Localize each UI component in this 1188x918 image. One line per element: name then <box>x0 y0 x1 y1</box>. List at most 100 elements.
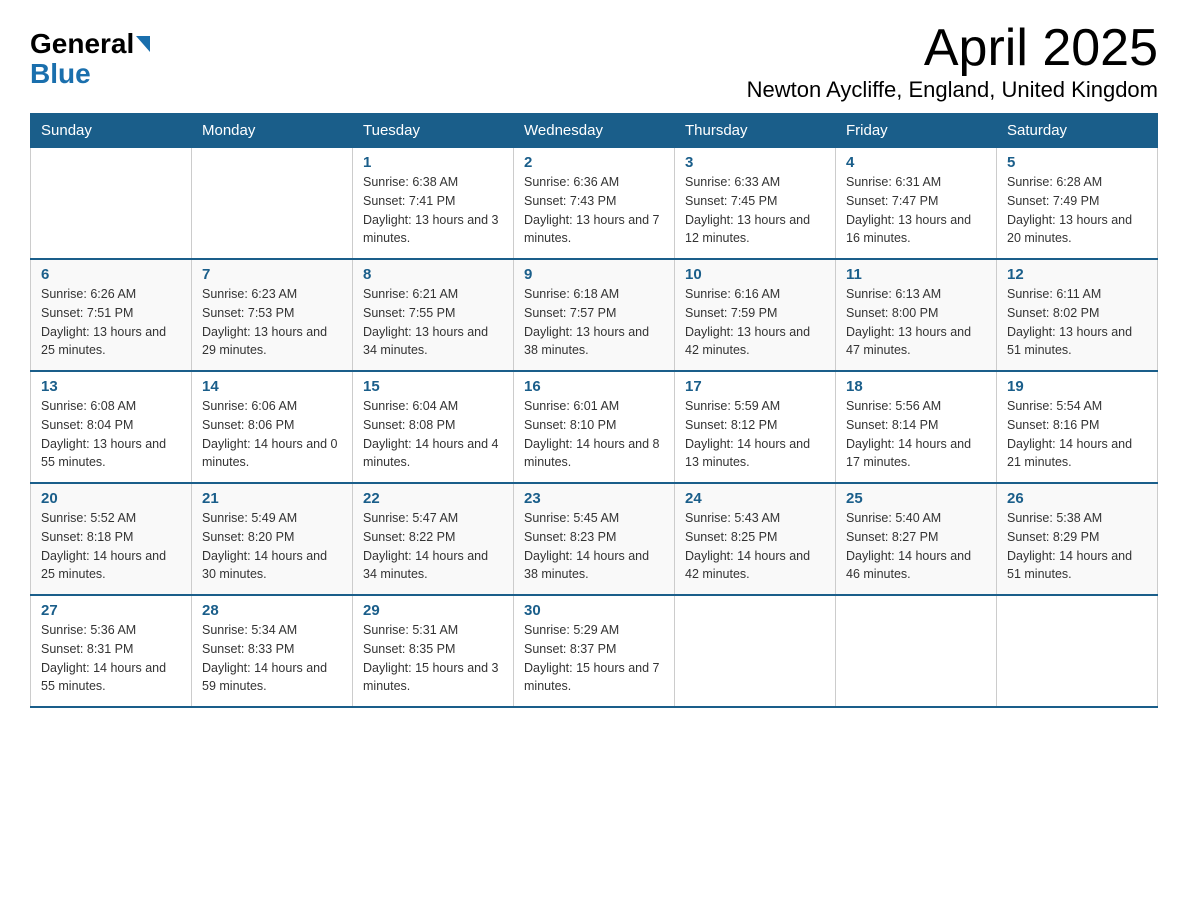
calendar-cell: 24 Sunrise: 5:43 AMSunset: 8:25 PMDayligh… <box>675 483 836 595</box>
calendar-cell: 8 Sunrise: 6:21 AMSunset: 7:55 PMDaylight… <box>353 259 514 371</box>
day-info: Sunrise: 5:56 AMSunset: 8:14 PMDaylight:… <box>846 397 986 472</box>
calendar-cell: 26Sunrise: 5:38 AMSunset: 8:29 PMDayligh… <box>997 483 1158 595</box>
calendar-cell: 25 Sunrise: 5:40 AMSunset: 8:27 PMDayligh… <box>836 483 997 595</box>
day-info: Sunrise: 5:59 AMSunset: 8:12 PMDaylight:… <box>685 397 825 472</box>
day-info: Sunrise: 6:21 AMSunset: 7:55 PMDaylight:… <box>363 285 503 360</box>
calendar-cell: 20 Sunrise: 5:52 AMSunset: 8:18 PMDayligh… <box>31 483 192 595</box>
calendar-table: SundayMondayTuesdayWednesdayThursdayFrid… <box>30 113 1158 708</box>
calendar-cell <box>675 595 836 707</box>
calendar-cell: 5Sunrise: 6:28 AMSunset: 7:49 PMDaylight… <box>997 148 1158 260</box>
day-number: 13 <box>41 378 181 395</box>
day-number: 23 <box>524 490 664 507</box>
day-info: Sunrise: 5:36 AMSunset: 8:31 PMDaylight:… <box>41 621 181 696</box>
day-header-tuesday: Tuesday <box>353 114 514 148</box>
calendar-cell: 27 Sunrise: 5:36 AMSunset: 8:31 PMDayligh… <box>31 595 192 707</box>
calendar-cell: 6Sunrise: 6:26 AMSunset: 7:51 PMDaylight… <box>31 259 192 371</box>
day-number: 21 <box>202 490 342 507</box>
calendar-cell: 16Sunrise: 6:01 AMSunset: 8:10 PMDayligh… <box>514 371 675 483</box>
day-number: 4 <box>846 154 986 171</box>
calendar-cell: 9Sunrise: 6:18 AMSunset: 7:57 PMDaylight… <box>514 259 675 371</box>
logo-arrow-icon <box>136 36 150 52</box>
day-info: Sunrise: 6:33 AMSunset: 7:45 PMDaylight:… <box>685 173 825 248</box>
day-info: Sunrise: 6:08 AMSunset: 8:04 PMDaylight:… <box>41 397 181 472</box>
calendar-cell: 17 Sunrise: 5:59 AMSunset: 8:12 PMDayligh… <box>675 371 836 483</box>
day-number: 30 <box>524 602 664 619</box>
day-header-friday: Friday <box>836 114 997 148</box>
logo-blue-text: Blue <box>30 58 91 89</box>
day-header-saturday: Saturday <box>997 114 1158 148</box>
week-row-1: 1 Sunrise: 6:38 AMSunset: 7:41 PMDaylight… <box>31 148 1158 260</box>
day-number: 22 <box>363 490 503 507</box>
calendar-cell: 30 Sunrise: 5:29 AMSunset: 8:37 PMDayligh… <box>514 595 675 707</box>
week-row-5: 27 Sunrise: 5:36 AMSunset: 8:31 PMDayligh… <box>31 595 1158 707</box>
day-info: Sunrise: 5:43 AMSunset: 8:25 PMDaylight:… <box>685 509 825 584</box>
day-info: Sunrise: 5:52 AMSunset: 8:18 PMDaylight:… <box>41 509 181 584</box>
day-number: 15 <box>363 378 503 395</box>
week-row-4: 20 Sunrise: 5:52 AMSunset: 8:18 PMDayligh… <box>31 483 1158 595</box>
day-info: Sunrise: 5:40 AMSunset: 8:27 PMDaylight:… <box>846 509 986 584</box>
day-number: 25 <box>846 490 986 507</box>
day-number: 18 <box>846 378 986 395</box>
page-header: General Blue April 2025 Newton Aycliffe,… <box>30 20 1158 103</box>
day-info: Sunrise: 5:47 AMSunset: 8:22 PMDaylight:… <box>363 509 503 584</box>
calendar-cell: 2 Sunrise: 6:36 AMSunset: 7:43 PMDaylight… <box>514 148 675 260</box>
calendar-cell: 1 Sunrise: 6:38 AMSunset: 7:41 PMDaylight… <box>353 148 514 260</box>
day-info: Sunrise: 5:34 AMSunset: 8:33 PMDaylight:… <box>202 621 342 696</box>
day-header-wednesday: Wednesday <box>514 114 675 148</box>
calendar-cell: 3 Sunrise: 6:33 AMSunset: 7:45 PMDaylight… <box>675 148 836 260</box>
day-number: 11 <box>846 266 986 283</box>
day-number: 14 <box>202 378 342 395</box>
day-info: Sunrise: 6:16 AMSunset: 7:59 PMDaylight:… <box>685 285 825 360</box>
day-number: 19 <box>1007 378 1147 395</box>
week-row-2: 6Sunrise: 6:26 AMSunset: 7:51 PMDaylight… <box>31 259 1158 371</box>
calendar-cell: 18 Sunrise: 5:56 AMSunset: 8:14 PMDayligh… <box>836 371 997 483</box>
day-header-monday: Monday <box>192 114 353 148</box>
day-info: Sunrise: 6:31 AMSunset: 7:47 PMDaylight:… <box>846 173 986 248</box>
day-info: Sunrise: 5:45 AMSunset: 8:23 PMDaylight:… <box>524 509 664 584</box>
calendar-cell: 7Sunrise: 6:23 AMSunset: 7:53 PMDaylight… <box>192 259 353 371</box>
day-info: Sunrise: 5:49 AMSunset: 8:20 PMDaylight:… <box>202 509 342 584</box>
day-info: Sunrise: 6:36 AMSunset: 7:43 PMDaylight:… <box>524 173 664 248</box>
title-block: April 2025 Newton Aycliffe, England, Uni… <box>747 20 1158 103</box>
calendar-cell: 22 Sunrise: 5:47 AMSunset: 8:22 PMDayligh… <box>353 483 514 595</box>
calendar-cell: 12 Sunrise: 6:11 AMSunset: 8:02 PMDayligh… <box>997 259 1158 371</box>
day-info: Sunrise: 6:11 AMSunset: 8:02 PMDaylight:… <box>1007 285 1147 360</box>
day-number: 3 <box>685 154 825 171</box>
day-info: Sunrise: 5:31 AMSunset: 8:35 PMDaylight:… <box>363 621 503 696</box>
day-number: 10 <box>685 266 825 283</box>
location-title: Newton Aycliffe, England, United Kingdom <box>747 77 1158 103</box>
day-number: 28 <box>202 602 342 619</box>
day-number: 17 <box>685 378 825 395</box>
logo-general-text: General <box>30 30 134 58</box>
calendar-cell: 14Sunrise: 6:06 AMSunset: 8:06 PMDayligh… <box>192 371 353 483</box>
day-number: 2 <box>524 154 664 171</box>
day-number: 6 <box>41 266 181 283</box>
calendar-header-row: SundayMondayTuesdayWednesdayThursdayFrid… <box>31 114 1158 148</box>
day-number: 12 <box>1007 266 1147 283</box>
day-info: Sunrise: 5:54 AMSunset: 8:16 PMDaylight:… <box>1007 397 1147 472</box>
day-info: Sunrise: 6:13 AMSunset: 8:00 PMDaylight:… <box>846 285 986 360</box>
day-number: 8 <box>363 266 503 283</box>
day-number: 9 <box>524 266 664 283</box>
calendar-cell: 29Sunrise: 5:31 AMSunset: 8:35 PMDayligh… <box>353 595 514 707</box>
calendar-cell: 23 Sunrise: 5:45 AMSunset: 8:23 PMDayligh… <box>514 483 675 595</box>
calendar-cell: 19 Sunrise: 5:54 AMSunset: 8:16 PMDayligh… <box>997 371 1158 483</box>
calendar-cell: 11 Sunrise: 6:13 AMSunset: 8:00 PMDayligh… <box>836 259 997 371</box>
calendar-cell: 13 Sunrise: 6:08 AMSunset: 8:04 PMDayligh… <box>31 371 192 483</box>
day-number: 20 <box>41 490 181 507</box>
day-number: 16 <box>524 378 664 395</box>
day-info: Sunrise: 6:38 AMSunset: 7:41 PMDaylight:… <box>363 173 503 248</box>
day-info: Sunrise: 6:04 AMSunset: 8:08 PMDaylight:… <box>363 397 503 472</box>
day-info: Sunrise: 6:23 AMSunset: 7:53 PMDaylight:… <box>202 285 342 360</box>
day-number: 1 <box>363 154 503 171</box>
calendar-cell: 10 Sunrise: 6:16 AMSunset: 7:59 PMDayligh… <box>675 259 836 371</box>
calendar-cell: 4 Sunrise: 6:31 AMSunset: 7:47 PMDaylight… <box>836 148 997 260</box>
day-number: 24 <box>685 490 825 507</box>
day-info: Sunrise: 5:29 AMSunset: 8:37 PMDaylight:… <box>524 621 664 696</box>
day-info: Sunrise: 5:38 AMSunset: 8:29 PMDaylight:… <box>1007 509 1147 584</box>
day-header-sunday: Sunday <box>31 114 192 148</box>
calendar-cell: 28 Sunrise: 5:34 AMSunset: 8:33 PMDayligh… <box>192 595 353 707</box>
day-number: 27 <box>41 602 181 619</box>
logo: General Blue <box>30 30 150 90</box>
week-row-3: 13 Sunrise: 6:08 AMSunset: 8:04 PMDayligh… <box>31 371 1158 483</box>
